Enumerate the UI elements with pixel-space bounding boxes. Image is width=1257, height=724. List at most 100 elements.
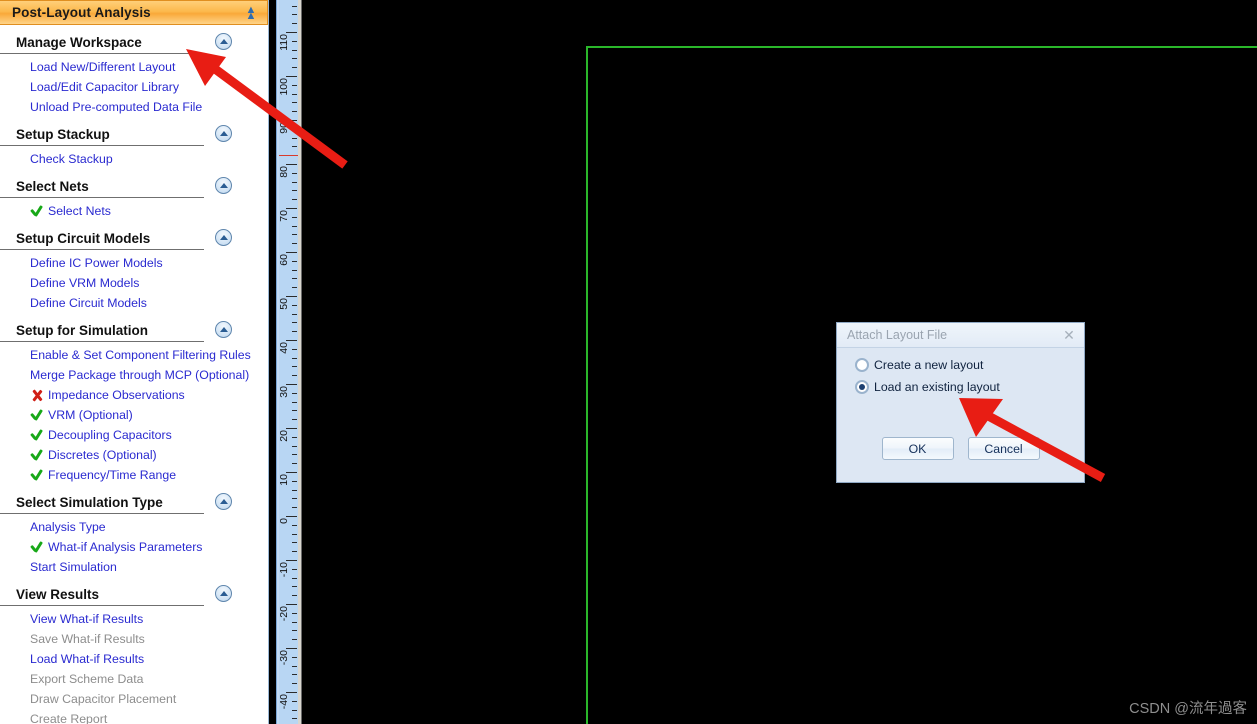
panel-section: Setup Circuit Models Define IC Power Mode… (0, 228, 268, 313)
ruler-minor-tick (292, 331, 297, 333)
chevron-up-circle-icon[interactable] (215, 493, 232, 510)
radio-button-load-existing-layout[interactable] (855, 380, 869, 394)
ruler-minor-tick (292, 313, 297, 315)
chevron-up-circle-icon[interactable] (215, 177, 232, 194)
ruler-minor-tick (292, 84, 297, 86)
page-title: Post-Layout Analysis (12, 5, 151, 20)
ruler-minor-tick (292, 278, 297, 280)
ruler-minor-tick (292, 612, 297, 614)
chevron-up-circle-icon[interactable] (215, 585, 232, 602)
ruler-label: 70 (278, 210, 290, 222)
check-icon (30, 204, 44, 218)
section-items: Load New/Different Layout Load/Edit Capac… (0, 54, 268, 117)
ruler-label: -20 (278, 606, 290, 622)
radio-label-create-new-layout: Create a new layout (874, 358, 984, 372)
ruler-label: 30 (278, 386, 290, 398)
menu-item[interactable]: Unload Pre-computed Data File (0, 97, 268, 117)
section-items: Define IC Power Models Define VRM Models D… (0, 250, 268, 313)
ruler-minor-tick (292, 568, 297, 570)
check-icon (30, 428, 44, 442)
menu-item-label: Unload Pre-computed Data File (30, 100, 203, 114)
menu-item-label: Export Scheme Data (30, 672, 144, 686)
menu-item[interactable]: Define VRM Models (0, 273, 268, 293)
vertical-ruler: 1101009080706050403020100-10-20-30-40-50… (276, 0, 302, 724)
menu-item[interactable]: Merge Package through MCP (Optional) (0, 365, 268, 385)
menu-item: Export Scheme Data (0, 669, 268, 689)
menu-item[interactable]: View What-if Results (0, 609, 268, 629)
ok-button[interactable]: OK (881, 437, 954, 460)
double-chevron-up-icon[interactable]: ▲ ▲ (243, 4, 259, 21)
menu-item[interactable]: Analysis Type (0, 517, 268, 537)
radio-button-create-new-layout[interactable] (855, 358, 869, 372)
menu-item[interactable]: VRM (Optional) (0, 405, 268, 425)
menu-item[interactable]: What-if Analysis Parameters (0, 537, 268, 557)
close-icon[interactable]: ✕ (1062, 328, 1076, 342)
watermark-text: CSDN @流年過客 (1129, 701, 1247, 717)
ruler-minor-tick (292, 683, 297, 685)
ruler-minor-tick (292, 375, 297, 377)
ruler-minor-tick (292, 128, 297, 130)
section-header: Setup Circuit Models (0, 228, 232, 250)
ruler-minor-tick (292, 489, 297, 491)
check-icon (30, 448, 44, 462)
radio-option-load-existing-layout[interactable]: Load an existing layout (855, 376, 1084, 398)
ruler-minor-tick (292, 348, 297, 350)
menu-item-label: VRM (Optional) (48, 408, 133, 422)
ruler-minor-tick (292, 700, 297, 702)
panel-section: Manage Workspace Load New/Different Layou… (0, 32, 268, 117)
section-header: Setup for Simulation (0, 320, 232, 342)
ruler-minor-tick (292, 463, 297, 465)
menu-item[interactable]: Load/Edit Capacitor Library (0, 77, 268, 97)
menu-item[interactable]: Impedance Observations (0, 385, 268, 405)
dialog-button-row: OK Cancel (837, 437, 1084, 460)
ruler-minor-tick (292, 260, 297, 262)
ruler-minor-tick (292, 621, 297, 623)
attach-layout-file-dialog: Attach Layout File ✕ Create a new layout… (836, 322, 1085, 483)
menu-item[interactable]: Load New/Different Layout (0, 57, 268, 77)
menu-item[interactable]: Define Circuit Models (0, 293, 268, 313)
menu-item[interactable]: Load What-if Results (0, 649, 268, 669)
section-header: Select Simulation Type (0, 492, 232, 514)
ruler-minor-tick (292, 498, 297, 500)
ruler-minor-tick (292, 542, 297, 544)
dialog-title-bar: Attach Layout File ✕ (837, 323, 1084, 348)
panel-section: Select Nets Select Nets (0, 176, 268, 221)
menu-item[interactable]: Check Stackup (0, 149, 268, 169)
ruler-minor-tick (292, 630, 297, 632)
ruler-major-tick (286, 560, 297, 561)
ruler-minor-tick (292, 23, 297, 25)
menu-item-label: Define IC Power Models (30, 256, 163, 270)
menu-item[interactable]: Define IC Power Models (0, 253, 268, 273)
ruler-minor-tick (292, 216, 297, 218)
chevron-up-circle-icon[interactable] (215, 33, 232, 50)
chevron-up-circle-icon[interactable] (215, 125, 232, 142)
menu-item[interactable]: Decoupling Capacitors (0, 425, 268, 445)
menu-item-label: Save What-if Results (30, 632, 145, 646)
menu-item[interactable]: Frequency/Time Range (0, 465, 268, 485)
radio-option-create-new-layout[interactable]: Create a new layout (855, 354, 1084, 376)
ruler-minor-tick (292, 269, 297, 271)
chevron-up-circle-icon[interactable] (215, 229, 232, 246)
dialog-title: Attach Layout File (847, 328, 948, 342)
menu-item-label: Load What-if Results (30, 652, 145, 666)
menu-item[interactable]: Discretes (Optional) (0, 445, 268, 465)
x-icon (30, 388, 44, 402)
section-header: Setup Stackup (0, 124, 232, 146)
menu-item[interactable]: Select Nets (0, 201, 268, 221)
section-title: Select Nets (16, 178, 89, 194)
ruler-label: 90 (278, 122, 290, 134)
menu-item-label: Load/Edit Capacitor Library (30, 80, 180, 94)
section-items: Check Stackup (0, 146, 268, 169)
menu-item[interactable]: Start Simulation (0, 557, 268, 577)
chevron-up-circle-icon[interactable] (215, 321, 232, 338)
ruler-minor-tick (292, 49, 297, 51)
ruler-minor-tick (292, 366, 297, 368)
ruler-label: -10 (278, 562, 290, 578)
section-title: Setup Stackup (16, 126, 110, 142)
menu-item[interactable]: Enable & Set Component Filtering Rules (0, 345, 268, 365)
ruler-minor-tick (292, 401, 297, 403)
layout-canvas[interactable]: CSDN @流年過客 (303, 0, 1257, 724)
application-window: Post-Layout Analysis ▲ ▲ Manage Workspace… (0, 0, 1257, 724)
ruler-label: 40 (278, 342, 290, 354)
cancel-button[interactable]: Cancel (967, 437, 1040, 460)
